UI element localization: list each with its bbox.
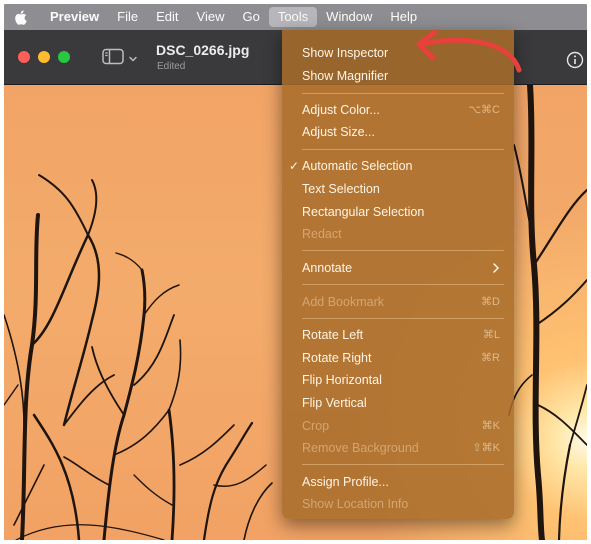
- menu-item-assign-profile[interactable]: Assign Profile...: [282, 471, 514, 493]
- menu-item-label: Rotate Right: [302, 351, 372, 365]
- menu-item-rectangular-selection[interactable]: Rectangular Selection: [282, 201, 514, 223]
- menu-go[interactable]: Go: [233, 7, 268, 27]
- menu-item-shortcut: ⌘L: [482, 329, 500, 341]
- menu-item-label: Flip Vertical: [302, 396, 367, 410]
- menu-item-shortcut: ⇧⌘K: [472, 442, 500, 454]
- close-window-button[interactable]: [18, 51, 30, 63]
- apple-logo-icon[interactable]: [14, 9, 27, 25]
- menu-item-text-selection[interactable]: Text Selection: [282, 178, 514, 200]
- menu-item-shortcut: ⌘K: [481, 420, 500, 432]
- menu-item-crop[interactable]: Crop ⌘K: [282, 415, 514, 437]
- menu-item-label: Remove Background: [302, 441, 419, 455]
- annotation-arrow-icon: [416, 29, 522, 73]
- menu-tools[interactable]: Tools: [268, 7, 318, 27]
- menu-separator: [302, 318, 504, 319]
- menu-item-label: Text Selection: [302, 182, 380, 196]
- sidebar-icon[interactable]: [102, 48, 124, 65]
- menu-view[interactable]: View: [188, 7, 234, 27]
- menu-item-label: Show Location Info: [302, 497, 409, 511]
- tools-menu: Show Inspector Show Magnifier Adjust Col…: [282, 30, 514, 519]
- menu-item-redact[interactable]: Redact: [282, 223, 514, 245]
- menu-item-rotate-right[interactable]: Rotate Right ⌘R: [282, 347, 514, 369]
- info-icon[interactable]: [566, 51, 584, 69]
- menu-item-label: Crop: [302, 419, 330, 433]
- menu-item-label: Redact: [302, 227, 342, 241]
- menu-preview[interactable]: Preview: [41, 7, 108, 27]
- checkmark-icon: ✓: [289, 159, 300, 173]
- menu-help[interactable]: Help: [381, 7, 426, 27]
- menu-item-adjust-color[interactable]: Adjust Color... ⌥⌘C: [282, 99, 514, 121]
- menu-item-show-location-info[interactable]: Show Location Info: [282, 493, 514, 515]
- menu-item-add-bookmark[interactable]: Add Bookmark ⌘D: [282, 291, 514, 313]
- menu-item-remove-background[interactable]: Remove Background ⇧⌘K: [282, 437, 514, 459]
- submenu-arrow-icon: [492, 257, 500, 286]
- menu-separator: [302, 464, 504, 465]
- menu-file[interactable]: File: [108, 7, 147, 27]
- document-title[interactable]: DSC_0266.jpg: [156, 42, 249, 58]
- menu-item-label: Flip Horizontal: [302, 373, 382, 387]
- menu-item-shortcut: ⌘R: [481, 352, 500, 364]
- menu-item-adjust-size[interactable]: Adjust Size...: [282, 121, 514, 143]
- menu-item-label: Rotate Left: [302, 328, 364, 342]
- menu-separator: [302, 149, 504, 150]
- menu-item-label: Automatic Selection: [302, 159, 413, 173]
- menu-item-shortcut: ⌘D: [481, 296, 500, 308]
- menu-separator: [302, 93, 504, 94]
- menu-item-label: Assign Profile...: [302, 475, 389, 489]
- menu-item-rotate-left[interactable]: Rotate Left ⌘L: [282, 324, 514, 346]
- screenshot-frame: Preview File Edit View Go Tools Window H…: [4, 4, 587, 540]
- menu-item-label: Show Inspector: [302, 46, 389, 60]
- menu-item-automatic-selection[interactable]: ✓ Automatic Selection: [282, 155, 514, 177]
- menu-item-label: Adjust Color...: [302, 103, 380, 117]
- menu-item-label: Show Magnifier: [302, 69, 389, 83]
- menu-item-label: Adjust Size...: [302, 125, 375, 139]
- menu-item-shortcut: ⌥⌘C: [468, 104, 500, 116]
- document-status: Edited: [157, 61, 186, 72]
- menu-item-label: Annotate: [302, 261, 353, 275]
- menu-item-label: Rectangular Selection: [302, 205, 425, 219]
- menu-separator: [302, 250, 504, 251]
- minimize-window-button[interactable]: [38, 51, 50, 63]
- menu-item-label: Add Bookmark: [302, 295, 384, 309]
- menu-item-flip-vertical[interactable]: Flip Vertical: [282, 392, 514, 414]
- chevron-down-icon[interactable]: [128, 51, 138, 62]
- menu-item-annotate[interactable]: Annotate: [282, 257, 514, 279]
- menu-edit[interactable]: Edit: [147, 7, 187, 27]
- menu-item-flip-horizontal[interactable]: Flip Horizontal: [282, 369, 514, 391]
- menu-separator: [302, 284, 504, 285]
- zoom-window-button[interactable]: [58, 51, 70, 63]
- menu-window[interactable]: Window: [317, 7, 381, 27]
